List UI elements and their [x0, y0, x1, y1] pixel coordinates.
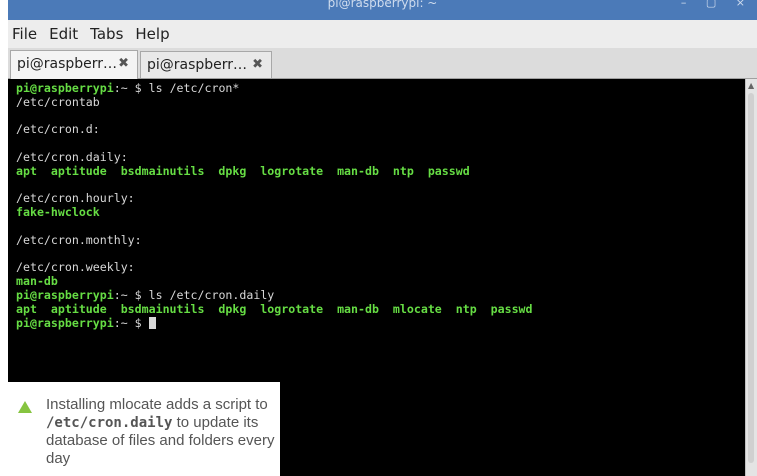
prompt-path: :~ $	[113, 287, 149, 302]
tab-1-close-icon[interactable]: ✖	[118, 51, 129, 77]
output-line: /etc/crontab	[16, 94, 100, 109]
command-text: ls /etc/cron.daily	[148, 287, 275, 302]
menu-tabs[interactable]: Tabs	[84, 20, 129, 48]
command-text: ls /etc/cron*	[148, 81, 240, 95]
menu-bar: File Edit Tabs Help	[8, 20, 757, 48]
output-line: apt aptitude bsdmainutils dpkg logrotate…	[16, 301, 533, 316]
tab-1-label: pi@raspberr…	[17, 56, 118, 72]
scrollbar[interactable]: ▲	[745, 79, 757, 476]
tab-2-close-icon[interactable]: ✖	[252, 52, 263, 78]
window-title: pi@raspberrypi: ~	[327, 0, 438, 10]
prompt-user: pi@raspberrypi	[16, 81, 114, 95]
output-line: /etc/cron.monthly:	[16, 232, 142, 247]
output-line: /etc/cron.daily:	[16, 149, 128, 164]
tab-2-label: pi@raspberr…	[147, 57, 248, 73]
caption-triangle-icon	[18, 401, 32, 413]
output-line: man-db	[16, 274, 58, 289]
output-line: /etc/cron.weekly:	[16, 260, 135, 275]
menu-file[interactable]: File	[8, 20, 43, 48]
terminal-line: pi@raspberrypi:~ $	[16, 315, 745, 331]
prompt-path: :~ $	[113, 81, 149, 95]
prompt-user: pi@raspberrypi	[16, 287, 114, 302]
caption-code: /etc/cron.daily	[46, 415, 173, 431]
prompt-path: :~ $	[113, 315, 149, 330]
terminal-line: pi@raspberrypi:~ $ ls /etc/cron*	[16, 81, 745, 96]
text-cursor	[148, 316, 156, 329]
output-line: apt aptitude bsdmainutils dpkg logrotate…	[16, 163, 470, 178]
tab-bar: pi@raspberr… ✖ pi@raspberr… ✖	[8, 48, 757, 79]
menu-help[interactable]: Help	[129, 20, 175, 48]
image-caption: Installing mlocate adds a script to /etc…	[8, 382, 280, 476]
prompt-user: pi@raspberrypi	[16, 315, 114, 330]
output-line: fake-hwclock	[16, 205, 100, 220]
tab-2[interactable]: pi@raspberr… ✖	[140, 51, 272, 78]
terminal-line: pi@raspberrypi:~ $ ls /etc/cron.daily	[16, 287, 745, 303]
tab-1[interactable]: pi@raspberr… ✖	[10, 50, 138, 79]
terminal-window: pi@raspberrypi: ~ – ▢ × File Edit Tabs Help…	[8, 0, 757, 476]
window-controls[interactable]: – ▢ ×	[681, 0, 753, 9]
title-bar[interactable]: pi@raspberrypi: ~ – ▢ ×	[8, 0, 757, 20]
output-line: /etc/cron.hourly:	[16, 191, 135, 206]
output-line: /etc/cron.d:	[16, 122, 100, 137]
caption-text: Installing mlocate adds a script to /etc…	[46, 396, 278, 468]
caption-text-part: Installing mlocate adds a script to	[46, 396, 268, 413]
menu-edit[interactable]: Edit	[43, 20, 84, 48]
scrollbar-thumb[interactable]	[748, 93, 754, 463]
scroll-up-icon[interactable]: ▲	[748, 81, 754, 90]
